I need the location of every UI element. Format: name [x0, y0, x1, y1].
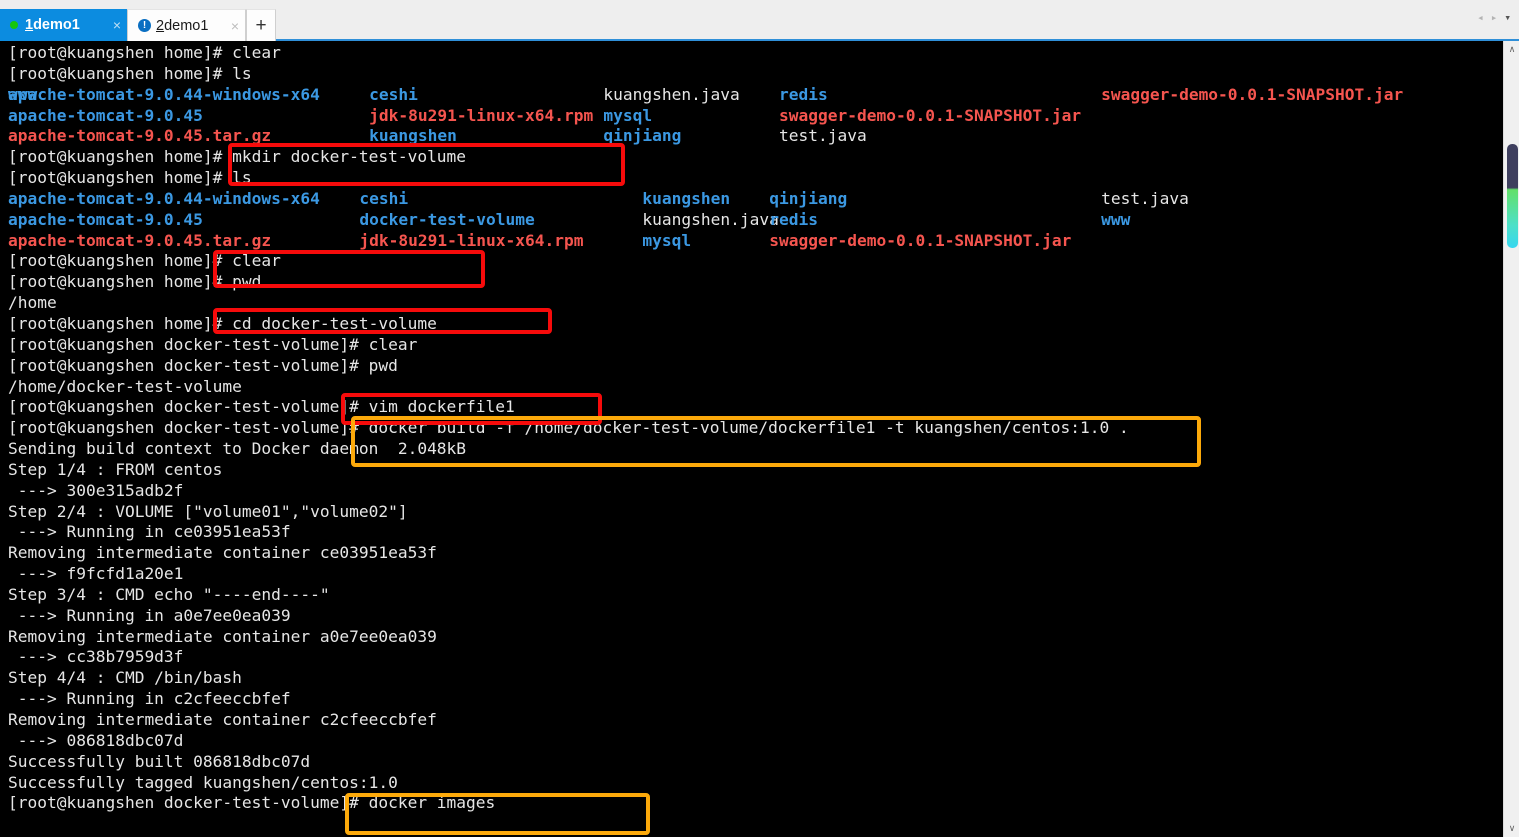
terminal-line: ---> f9fcfd1a20e1 — [8, 564, 184, 584]
terminal-line: [root@kuangshen home]# clear — [8, 251, 281, 271]
tab-1-demo1[interactable]: 1 demo1 × — [0, 9, 127, 41]
scrollbar-thumb[interactable] — [1507, 144, 1518, 248]
tab-1-label: demo1 — [33, 17, 80, 33]
tab-1-number: 1 — [25, 17, 34, 33]
terminal-line: apache-tomcat-9.0.44-windows-x64 ceshi kua… — [8, 84, 1403, 106]
ls-entry: www — [8, 84, 38, 104]
ls-entry: jdk-8u291-linux-x64.rpm — [369, 105, 594, 125]
ls-entry: ceshi — [369, 84, 418, 104]
ls-entry: swagger-demo-0.0.1-SNAPSHOT.jar — [779, 105, 1082, 125]
terminal-line: [root@kuangshen docker-test-volume]# doc… — [8, 418, 1129, 438]
ls-entry: jdk-8u291-linux-x64.rpm — [359, 230, 584, 250]
ls-entry: www — [1101, 209, 1131, 229]
terminal-line: ---> Running in c2cfeeccbfef — [8, 689, 291, 709]
terminal-output: [root@kuangshen home]# clear [root@kuangs… — [8, 43, 1403, 814]
terminal-line: Removing intermediate container ce03951e… — [8, 543, 437, 563]
terminal-scrollbar[interactable]: ∧ ∨ — [1503, 41, 1519, 837]
terminal-line: [root@kuangshen docker-test-volume]# pwd — [8, 355, 398, 375]
tab-bar: 1 demo1 × ! 2 demo1 × + ◂ ▸ ▾ — [0, 0, 1519, 41]
ls-entry: qinjiang — [603, 126, 682, 146]
terminal-line: ---> cc38b7959d3f — [8, 647, 184, 667]
scroll-down-icon[interactable]: ∨ — [1504, 820, 1519, 837]
ls-entry: kuangshen — [369, 126, 457, 146]
connected-dot-icon — [10, 21, 18, 29]
tab-scroll-left-icon[interactable]: ◂ — [1477, 12, 1484, 23]
tab-2-close-icon[interactable]: × — [221, 18, 239, 34]
terminal-line: Successfully built 086818dbc07d — [8, 751, 311, 771]
terminal-line: [root@kuangshen docker-test-volume]# vim… — [8, 397, 515, 417]
ls-entry: test.java — [1101, 188, 1189, 208]
terminal-line: Step 3/4 : CMD echo "----end----" — [8, 584, 330, 604]
ls-entry: redis — [769, 209, 818, 229]
terminal-line: Removing intermediate container a0e7ee0e… — [8, 626, 437, 646]
terminal-line: Step 4/4 : CMD /bin/bash — [8, 668, 242, 688]
ls-entry: redis — [779, 84, 828, 104]
terminal-line: apache-tomcat-9.0.44-windows-x64 ceshi kua… — [8, 188, 1189, 210]
terminal-line: /home — [8, 293, 57, 313]
tab-2-demo1[interactable]: ! 2 demo1 × — [127, 9, 246, 41]
ls-entry: apache-tomcat-9.0.45 — [8, 105, 203, 125]
ls-entry: apache-tomcat-9.0.45.tar.gz — [8, 230, 272, 250]
tab-list-dropdown-icon[interactable]: ▾ — [1504, 12, 1511, 23]
ls-entry: apache-tomcat-9.0.44-windows-x64 — [8, 188, 320, 208]
ls-entry: apache-tomcat-9.0.45 — [8, 209, 203, 229]
terminal-line: /home/docker-test-volume — [8, 376, 242, 396]
terminal-line: Sending build context to Docker daemon 2… — [8, 439, 467, 459]
terminal-line: ---> Running in ce03951ea53f — [8, 522, 291, 542]
tab-1-close-icon[interactable]: × — [103, 17, 121, 33]
ls-entry: kuangshen.java — [603, 84, 740, 104]
ls-entry: kuangshen.java — [642, 209, 779, 229]
ls-entry: apache-tomcat-9.0.44-windows-x64 — [8, 84, 320, 104]
terminal-line: [root@kuangshen home]# pwd — [8, 272, 262, 292]
terminal-line: ---> 300e315adb2f — [8, 480, 184, 500]
terminal-line: Successfully tagged kuangshen/centos:1.0 — [8, 772, 398, 792]
ls-entry: qinjiang — [769, 188, 848, 208]
scroll-up-icon[interactable]: ∧ — [1504, 41, 1519, 58]
tab-scroll-right-icon[interactable]: ▸ — [1491, 12, 1498, 23]
tab-nav-controls: ◂ ▸ ▾ — [1477, 12, 1511, 23]
terminal-line: apache-tomcat-9.0.45.tar.gz kuangshen qinj… — [8, 126, 1129, 147]
warning-icon: ! — [138, 19, 151, 32]
ls-entry: swagger-demo-0.0.1-SNAPSHOT.jar — [1101, 84, 1404, 104]
ls-entry: test.java — [779, 126, 867, 146]
ls-entry: mysql — [642, 230, 692, 250]
new-tab-button[interactable]: + — [246, 9, 276, 41]
terminal-line: ---> 086818dbc07d — [8, 730, 184, 750]
tab-2-number: 2 — [156, 17, 165, 34]
ls-entry: apache-tomcat-9.0.45.tar.gz — [8, 126, 272, 146]
terminal-line: Removing intermediate container c2cfeecc… — [8, 710, 437, 729]
terminal-line: [root@kuangshen home]# mkdir docker-test… — [8, 147, 467, 167]
terminal-line: [root@kuangshen docker-test-volume]# doc… — [8, 793, 496, 813]
terminal-line: apache-tomcat-9.0.45.tar.gz jdk-8u291-lin… — [8, 231, 1129, 252]
terminal-line: [root@kuangshen home]# cd docker-test-vo… — [8, 313, 437, 333]
ls-entry: mysql — [603, 105, 653, 125]
tab-2-label: demo1 — [164, 17, 209, 34]
ls-entry: kuangshen — [642, 188, 731, 208]
terminal-line: [root@kuangshen home]# clear — [8, 43, 281, 62]
terminal-line: [root@kuangshen docker-test-volume]# cle… — [8, 334, 418, 354]
terminal-line: apache-tomcat-9.0.45 jdk-8u291-linux-x64.… — [8, 106, 1129, 127]
ls-entry: docker-test-volume — [359, 209, 535, 229]
ls-entry: swagger-demo-0.0.1-SNAPSHOT.jar — [769, 230, 1072, 250]
terminal-line: ---> Running in a0e7ee0ea039 — [8, 605, 291, 625]
terminal-line: [root@kuangshen home]# ls — [8, 63, 252, 83]
terminal-line: apache-tomcat-9.0.45 docker-test-volume ku… — [8, 209, 1131, 231]
ls-entry: ceshi — [359, 188, 409, 208]
terminal-screen[interactable]: [root@kuangshen home]# clear [root@kuangs… — [0, 41, 1503, 837]
terminal-line: Step 1/4 : FROM centos — [8, 459, 223, 479]
terminal-line: Step 2/4 : VOLUME ["volume01","volume02"… — [8, 501, 408, 521]
terminal-line: [root@kuangshen home]# ls — [8, 168, 252, 188]
